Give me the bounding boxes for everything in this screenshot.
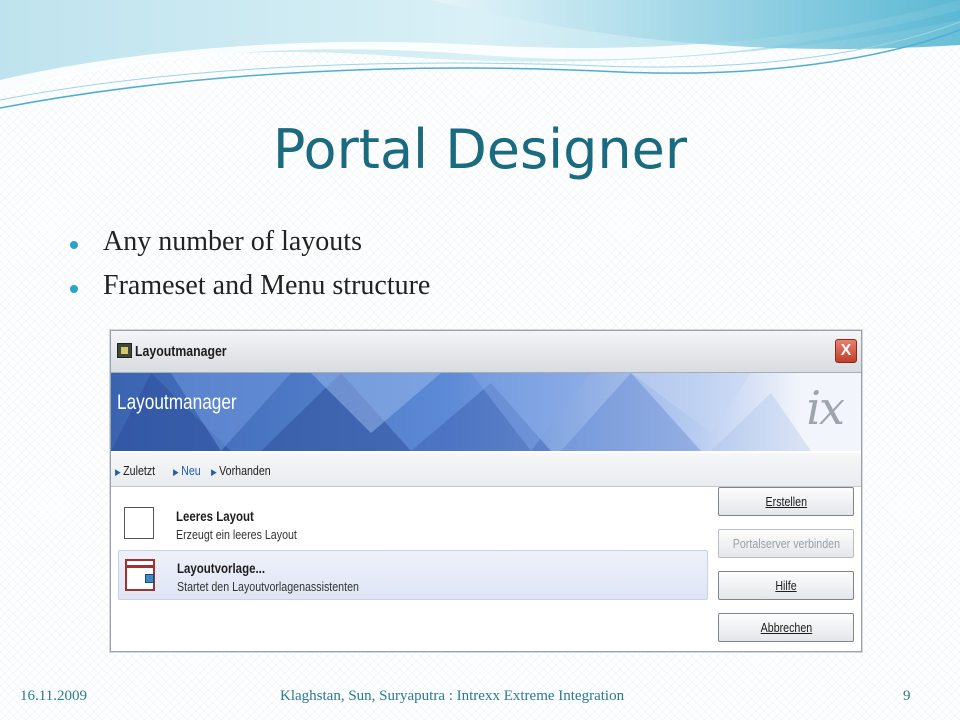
- bullet-dot-icon: [70, 285, 78, 293]
- banner-title: Layoutmanager: [117, 391, 237, 414]
- bullet-text: Frameset and Menu structure: [103, 270, 431, 301]
- layout-template-icon: [125, 559, 155, 591]
- app-icon: [117, 343, 132, 358]
- bullet-item: Any number of layouts: [70, 220, 430, 264]
- list-item-layoutvorlage[interactable]: Layoutvorlage... Startet den Layoutvorla…: [118, 550, 708, 600]
- close-button[interactable]: X: [835, 339, 857, 363]
- tab-vorhanden[interactable]: ▶ Vorhanden: [211, 463, 271, 478]
- triangle-right-icon: ▶: [115, 467, 121, 477]
- button-label: Abbrechen: [760, 620, 812, 635]
- bullet-text: Any number of layouts: [103, 226, 362, 257]
- bullet-list: Any number of layouts Frameset and Menu …: [70, 220, 430, 308]
- tab-label: Vorhanden: [219, 463, 271, 478]
- tab-strip: ▶ Zuletzt ▶ Neu ▶ Vorhanden: [111, 453, 861, 487]
- button-label: Hilfe: [775, 578, 797, 593]
- item-description: Erzeugt ein leeres Layout: [176, 527, 297, 542]
- item-description: Startet den Layoutvorlagenassistenten: [177, 579, 359, 594]
- abbrechen-button[interactable]: Abbrechen: [718, 613, 854, 642]
- slide-title: Portal Designer: [272, 118, 688, 181]
- blank-layout-icon: [124, 507, 154, 539]
- footer-authors: Klaghstan, Sun, Suryaputra : Intrexx Ext…: [280, 688, 625, 704]
- layoutmanager-window: Layoutmanager X Layoutmanager ix ▶ Zuletz…: [110, 330, 862, 652]
- hilfe-button[interactable]: Hilfe: [718, 571, 854, 600]
- tab-label: Neu: [181, 463, 201, 478]
- item-title: Leeres Layout: [176, 508, 254, 524]
- list-item-leeres-layout[interactable]: Leeres Layout Erzeugt ein leeres Layout: [118, 499, 708, 549]
- item-title: Layoutvorlage...: [177, 560, 266, 576]
- window-title: Layoutmanager: [135, 343, 227, 360]
- portalserver-verbinden-button[interactable]: Portalserver verbinden: [718, 529, 854, 558]
- button-label: Portalserver verbinden: [732, 536, 840, 551]
- erstellen-button[interactable]: Erstellen: [718, 487, 854, 516]
- content-area: Leeres Layout Erzeugt ein leeres Layout …: [111, 487, 861, 651]
- bullet-dot-icon: [70, 241, 78, 249]
- bullet-item: Frameset and Menu structure: [70, 264, 430, 308]
- triangle-right-icon: ▶: [173, 467, 179, 477]
- intrexx-logo: ix: [806, 381, 845, 435]
- tab-label: Zuletzt: [123, 463, 156, 478]
- window-titlebar[interactable]: Layoutmanager X: [111, 331, 861, 373]
- tab-neu[interactable]: ▶ Neu: [173, 463, 201, 478]
- header-waves-decoration: [0, 0, 960, 109]
- footer-page-number: 9: [903, 688, 911, 704]
- footer-date: 16.11.2009: [20, 688, 87, 704]
- header-banner: Layoutmanager ix: [111, 373, 861, 451]
- triangle-right-icon: ▶: [211, 467, 217, 477]
- button-label: Erstellen: [765, 494, 807, 509]
- tab-zuletzt[interactable]: ▶ Zuletzt: [115, 463, 155, 478]
